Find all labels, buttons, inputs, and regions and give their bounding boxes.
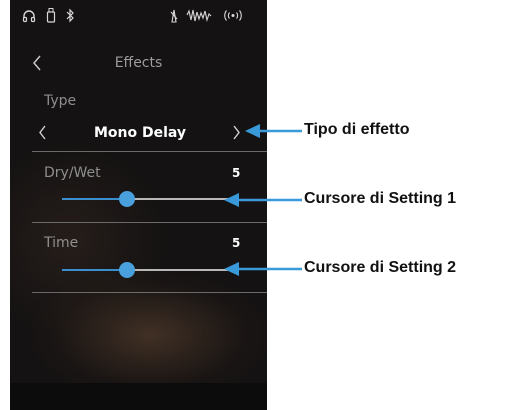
callout-setting2: Cursore di Setting 2 — [304, 259, 457, 276]
callout-setting1: Cursore di Setting 1 — [304, 190, 457, 207]
callout-effect-type: Tipo di effetto — [304, 121, 410, 138]
